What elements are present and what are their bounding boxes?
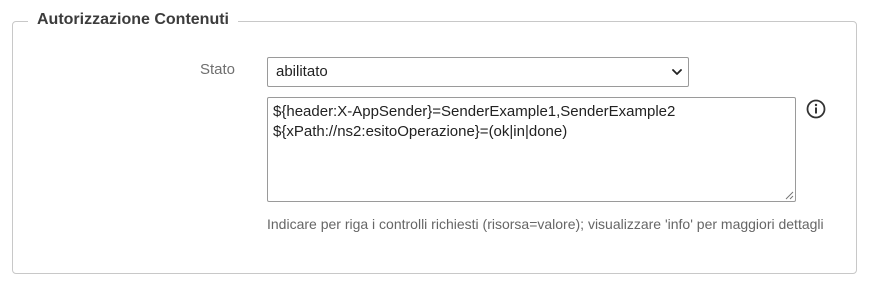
stato-select[interactable]: abilitato — [267, 57, 689, 87]
resize-handle-icon[interactable] — [785, 191, 794, 200]
chevron-down-icon — [672, 69, 682, 75]
info-circle-icon[interactable] — [806, 99, 826, 119]
section-title: Autorizzazione Contenuti — [28, 10, 238, 30]
authorization-rules-textarea[interactable]: ${header:X-AppSender}=SenderExample1,Sen… — [267, 97, 796, 202]
stato-selected-value: abilitato — [276, 63, 328, 80]
stato-label: Stato — [199, 61, 235, 78]
rule-line: ${header:X-AppSender}=SenderExample1,Sen… — [273, 103, 676, 120]
rules-help-text: Indicare per riga i controlli richiesti … — [267, 216, 824, 232]
rule-line: ${xPath://ns2:esitoOperazione}=(ok|in|do… — [273, 123, 568, 140]
